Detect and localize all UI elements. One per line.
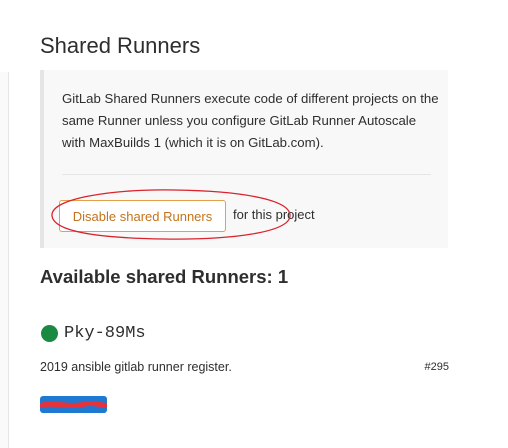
shared-runners-page: Shared Runners GitLab Shared Runners exe… [0,0,508,448]
runner-name[interactable]: Pky-89Ms [64,324,146,343]
redaction-scribble [40,401,107,408]
runner-description: 2019 ansible gitlab runner register. [40,360,232,374]
sidebar-edge [0,72,9,448]
info-description: GitLab Shared Runners execute code of di… [62,91,439,150]
disable-shared-runners-button[interactable]: Disable shared Runners [59,200,226,232]
available-runners-heading: Available shared Runners: 1 [40,266,289,287]
divider [62,174,431,175]
runner-tag-badge [40,396,107,413]
page-title: Shared Runners [40,33,201,58]
for-project-text: for this project [233,207,315,222]
runner-status-online-icon [41,325,58,342]
runner-id: #295 [424,361,449,373]
